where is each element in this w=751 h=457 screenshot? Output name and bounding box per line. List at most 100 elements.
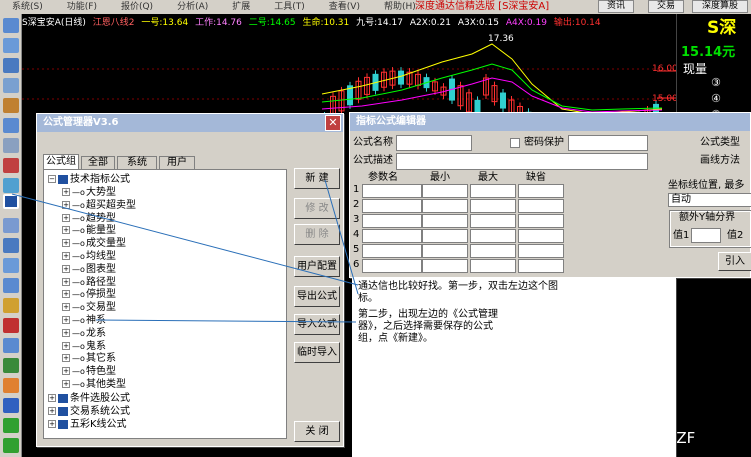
tree-item[interactable]: + —o图表型 xyxy=(62,263,116,276)
monitor-icon[interactable] xyxy=(3,278,19,293)
password-input[interactable] xyxy=(568,135,648,151)
formula-manager-icon[interactable] xyxy=(3,194,19,209)
folder-icon[interactable] xyxy=(3,298,19,313)
export-formula-button[interactable]: 导出公式 xyxy=(294,286,340,307)
tree-item[interactable]: + —o停损型 xyxy=(62,288,116,301)
expand-icon[interactable]: + xyxy=(62,380,70,388)
tree-item[interactable]: + —o路径型 xyxy=(62,276,116,289)
tree-item[interactable]: + —o神系 xyxy=(62,314,106,327)
expand-icon[interactable]: + xyxy=(62,341,70,350)
arrow-down-icon[interactable] xyxy=(3,438,19,453)
expand-icon[interactable]: + xyxy=(62,316,70,324)
expand-icon[interactable]: + xyxy=(62,200,70,209)
tree-item[interactable]: + —o特色型 xyxy=(62,365,116,378)
param-name-input[interactable] xyxy=(362,244,422,258)
menu-item-tools[interactable]: 工具(T) xyxy=(262,0,317,14)
expand-icon[interactable]: + xyxy=(62,188,70,196)
expand-icon[interactable]: + xyxy=(62,264,70,273)
temp-import-button[interactable]: 临时导入 xyxy=(294,342,340,363)
param-min-input[interactable] xyxy=(422,214,468,228)
chart-icon[interactable] xyxy=(3,58,19,73)
tree-item[interactable]: + —o大势型 xyxy=(62,186,116,199)
param-name-input[interactable] xyxy=(362,199,422,213)
formula-name-input[interactable] xyxy=(396,135,472,151)
menu-item-analysis[interactable]: 分析(A) xyxy=(165,0,220,14)
value1-input[interactable] xyxy=(691,228,721,243)
param-min-input[interactable] xyxy=(422,259,468,273)
grid-icon[interactable] xyxy=(3,38,19,53)
param-default-input[interactable] xyxy=(518,244,564,258)
menu-item-quote[interactable]: 报价(Q) xyxy=(109,0,165,14)
expand-icon[interactable]: + xyxy=(62,226,70,235)
modify-button[interactable]: 修 改 xyxy=(294,198,340,219)
menu-item-system[interactable]: 系统(S) xyxy=(0,0,55,14)
tab-user[interactable]: 用户 xyxy=(159,156,195,169)
info-button[interactable]: 资讯 xyxy=(598,0,634,13)
param-max-input[interactable] xyxy=(470,229,516,243)
tree-item[interactable]: + —o均线型 xyxy=(62,250,116,263)
stock-icon[interactable] xyxy=(3,98,19,113)
coord-line-select[interactable]: 自动 xyxy=(668,193,751,207)
list-icon[interactable] xyxy=(3,18,19,33)
tree-root[interactable]: − 技术指标公式 xyxy=(48,173,130,186)
tree-item[interactable]: + —o趋势型 xyxy=(62,212,116,225)
param-default-input[interactable] xyxy=(518,184,564,198)
tree-item[interactable]: + —o鬼系 xyxy=(62,340,106,353)
edit-icon[interactable] xyxy=(3,238,19,253)
tree-item[interactable]: + —o其它系 xyxy=(62,352,116,365)
import-formula-button[interactable]: 导入公式 xyxy=(294,314,340,335)
param-name-input[interactable] xyxy=(362,214,422,228)
tree-item-color-k[interactable]: + 五彩K线公式 xyxy=(48,418,127,431)
param-min-input[interactable] xyxy=(422,244,468,258)
warning-icon[interactable] xyxy=(3,158,19,173)
indicator-name[interactable]: 江恩八线2 xyxy=(93,18,135,28)
param-name-input[interactable] xyxy=(362,184,422,198)
tree-item[interactable]: + —o其他类型 xyxy=(62,378,126,391)
expand-icon[interactable]: + xyxy=(62,213,70,222)
param-default-input[interactable] xyxy=(518,259,564,273)
tab-system[interactable]: 系统 xyxy=(117,156,157,169)
expand-icon[interactable]: + xyxy=(62,290,70,299)
move-icon[interactable] xyxy=(3,398,19,413)
param-default-input[interactable] xyxy=(518,229,564,243)
param-min-input[interactable] xyxy=(422,229,468,243)
tree-item[interactable]: + —o超买超卖型 xyxy=(62,199,136,212)
formula-desc-input[interactable] xyxy=(396,153,648,170)
param-max-input[interactable] xyxy=(470,214,516,228)
param-max-input[interactable] xyxy=(470,259,516,273)
circle-4[interactable]: ④ xyxy=(711,92,721,105)
wrench-icon[interactable] xyxy=(3,338,19,353)
dollar-icon[interactable] xyxy=(3,318,19,333)
param-max-input[interactable] xyxy=(470,184,516,198)
menu-item-extend[interactable]: 扩展 xyxy=(220,0,262,14)
news-icon[interactable] xyxy=(3,118,19,133)
expand-icon[interactable]: + xyxy=(62,252,70,260)
expand-icon[interactable]: + xyxy=(62,367,70,376)
circle-3[interactable]: ③ xyxy=(711,76,721,89)
pencil-icon[interactable] xyxy=(3,378,19,393)
param-min-input[interactable] xyxy=(422,199,468,213)
tab-all[interactable]: 全部 xyxy=(81,156,115,169)
expand-icon[interactable]: + xyxy=(62,328,70,337)
tree-item[interactable]: + —o交易型 xyxy=(62,301,116,314)
tree-item[interactable]: + —o成交量型 xyxy=(62,237,126,250)
arrow-up-icon[interactable] xyxy=(3,418,19,433)
close-icon[interactable]: ✕ xyxy=(325,115,341,131)
param-max-input[interactable] xyxy=(470,199,516,213)
tab-formula-group[interactable]: 公式组 xyxy=(43,154,79,169)
expand-icon[interactable]: + xyxy=(62,354,70,363)
user-config-button[interactable]: 用户配置 xyxy=(294,256,340,277)
import-button[interactable]: 引入 xyxy=(718,252,751,271)
expand-icon[interactable]: + xyxy=(62,303,70,312)
tree-item-trade-system[interactable]: + 交易系统公式 xyxy=(48,405,130,418)
param-min-input[interactable] xyxy=(422,184,468,198)
calc-icon[interactable] xyxy=(3,258,19,273)
param-max-input[interactable] xyxy=(470,244,516,258)
new-button[interactable]: 新 建 xyxy=(294,168,340,189)
delete-button[interactable]: 删 除 xyxy=(294,224,340,245)
window-icon[interactable] xyxy=(3,218,19,233)
param-default-input[interactable] xyxy=(518,199,564,213)
param-name-input[interactable] xyxy=(362,229,422,243)
param-name-input[interactable] xyxy=(362,259,422,273)
menu-item-view[interactable]: 查看(V) xyxy=(317,0,372,14)
